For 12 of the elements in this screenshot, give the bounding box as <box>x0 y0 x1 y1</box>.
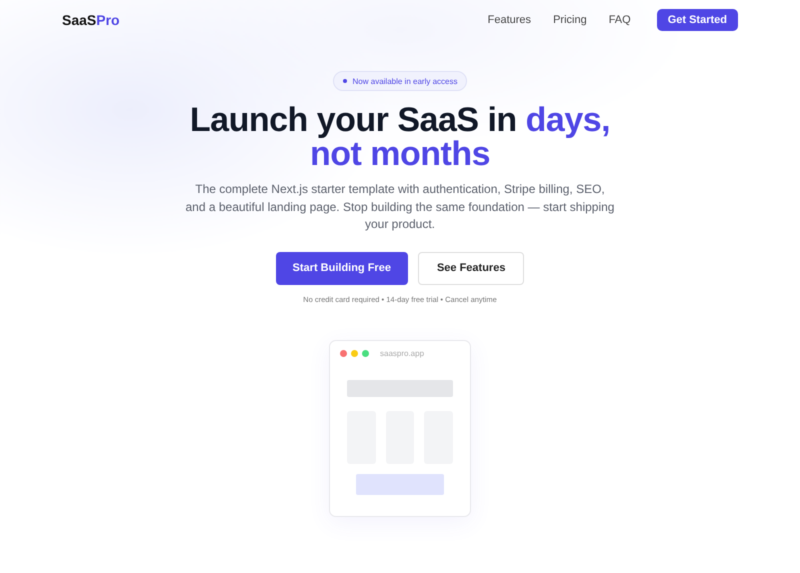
headline: Launch your SaaS in days, not months <box>190 103 610 171</box>
url-text: saaspro.app <box>380 348 424 358</box>
nav-link[interactable]: FAQ <box>608 14 631 26</box>
early-access-badge: Now available in early access <box>332 71 468 91</box>
dot-icon <box>342 79 347 83</box>
nav-link[interactable]: Pricing <box>553 14 587 26</box>
start-building-button[interactable]: Start Building Free <box>276 252 408 284</box>
nav-link[interactable]: Features <box>488 14 532 26</box>
description: The complete Next.js starter template with authentication, Stripe billing, SEO, and a beautiful landing page. Stop building the same foundation — start shipping your product. <box>185 181 615 233</box>
get-started-button[interactable]: Get Started <box>656 9 738 31</box>
see-features-button[interactable]: See Features <box>418 252 524 284</box>
logo[interactable]: SaaSPro <box>62 12 488 28</box>
